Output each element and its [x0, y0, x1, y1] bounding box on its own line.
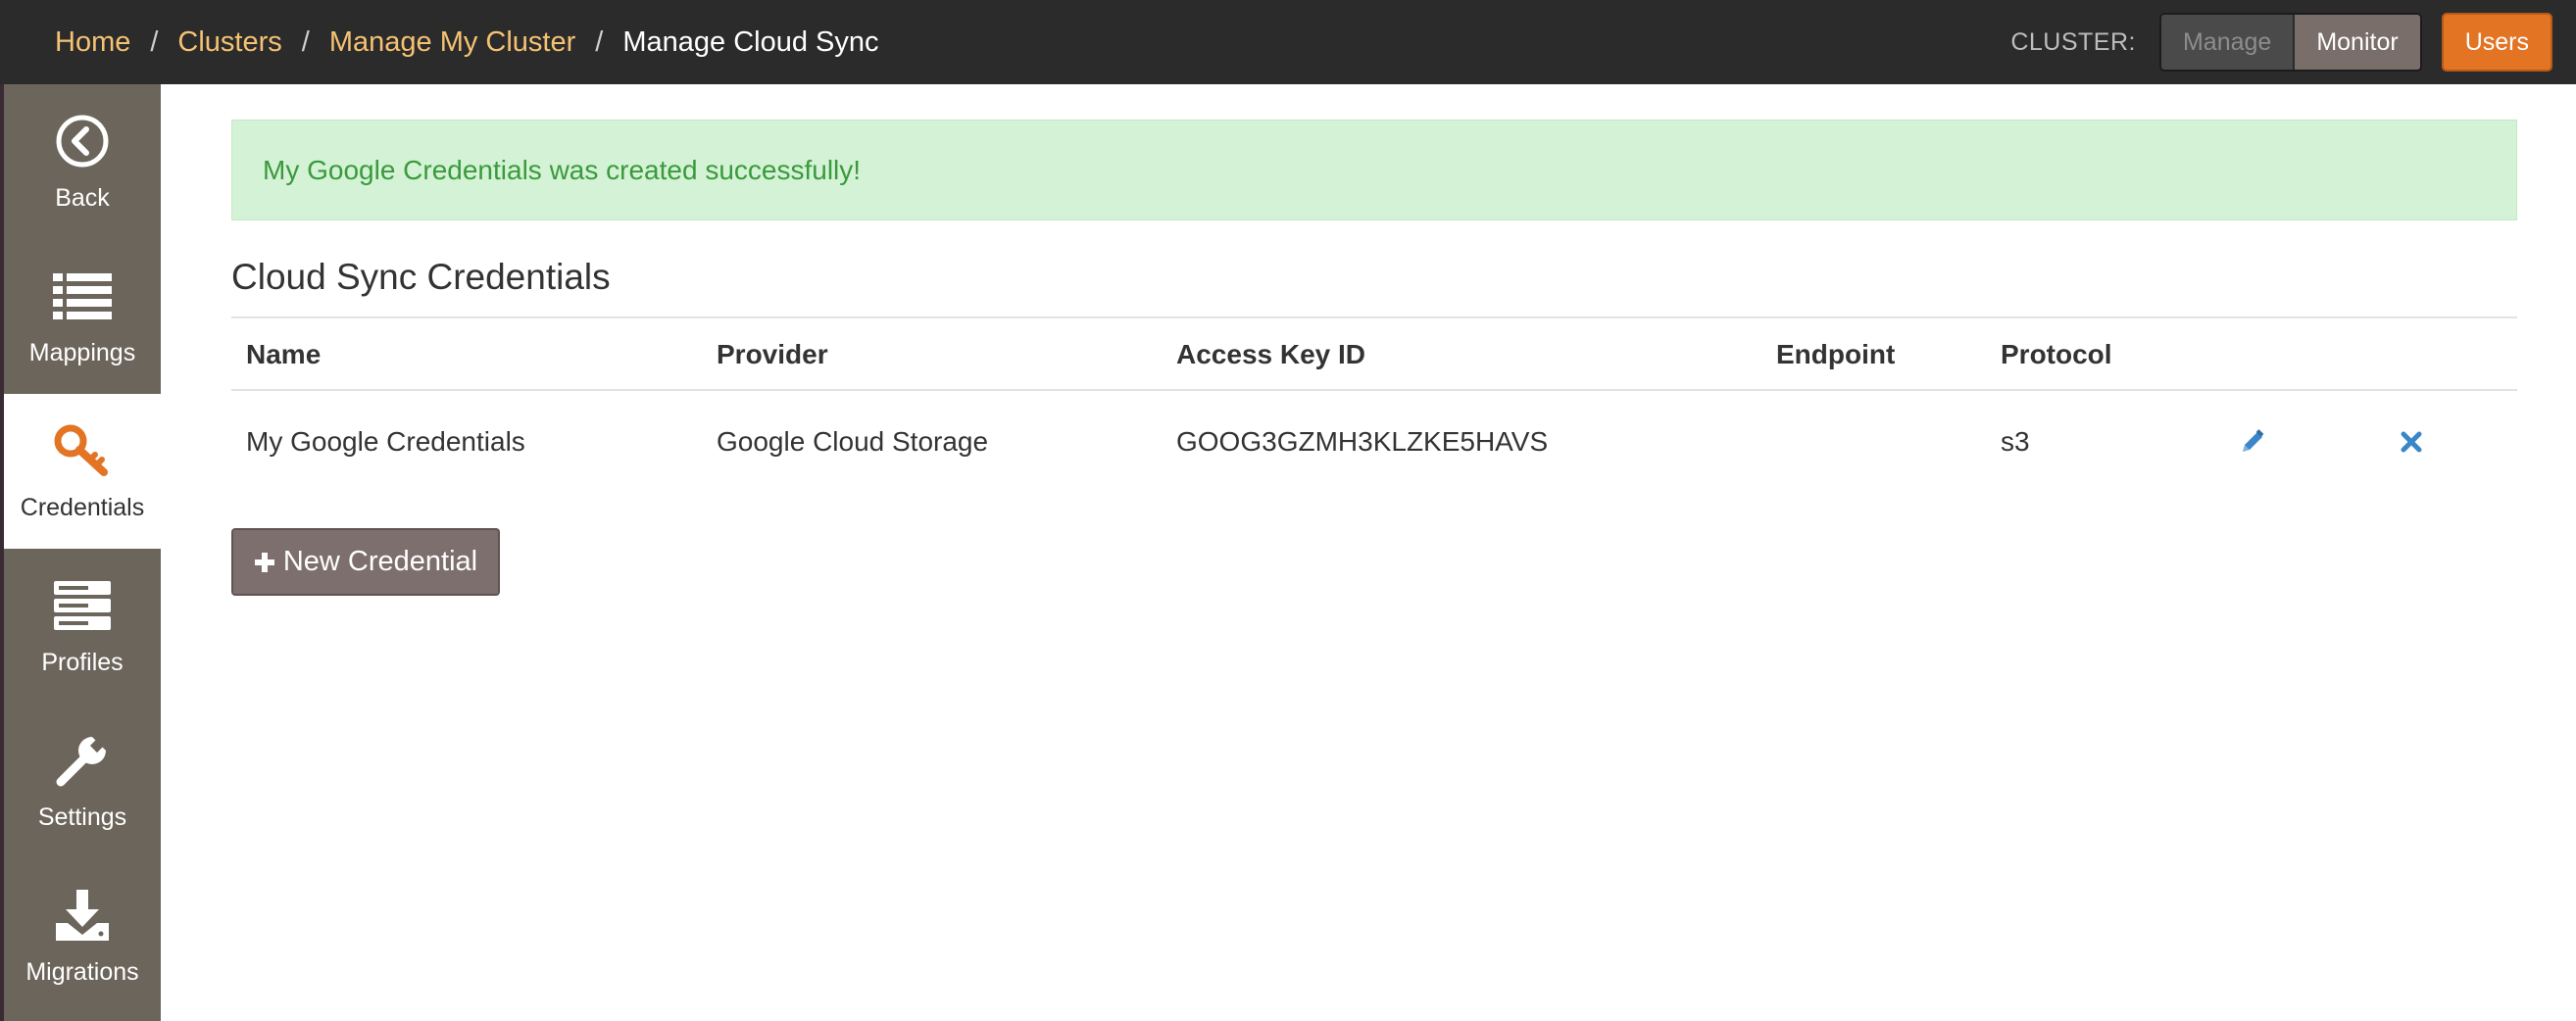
- column-header-name: Name: [246, 339, 322, 369]
- edit-pencil-icon[interactable]: [2233, 422, 2272, 462]
- cluster-mode-toggle: Manage Monitor: [2158, 13, 2422, 72]
- column-header-protocol: Protocol: [2001, 339, 2112, 369]
- sidebar-item-settings[interactable]: Settings: [4, 704, 161, 858]
- sidebar-item-label: Profiles: [41, 648, 124, 676]
- credentials-table: Name Provider Access Key ID Endpoint Pro…: [231, 316, 2517, 493]
- column-header-endpoint: Endpoint: [1776, 339, 1896, 369]
- cell-provider: Google Cloud Storage: [717, 426, 989, 457]
- plus-icon: [254, 552, 275, 573]
- top-right-controls: CLUSTER: Manage Monitor Users: [2010, 13, 2552, 72]
- delete-credential-cell: [2392, 391, 2431, 493]
- new-credential-label: New Credential: [282, 546, 478, 577]
- sidebar-item-migrations[interactable]: Migrations: [4, 858, 161, 1013]
- wrench-icon: [53, 731, 112, 790]
- page-title: Cloud Sync Credentials: [231, 257, 611, 297]
- server-stack-icon: [53, 576, 112, 635]
- new-credential-button[interactable]: New Credential: [231, 528, 500, 596]
- cluster-label: CLUSTER:: [2010, 27, 2136, 56]
- cell-access-key-id: GOOG3GZMH3KLZKE5HAVS: [1176, 426, 1549, 457]
- sidebar-item-mappings[interactable]: Mappings: [4, 239, 161, 394]
- sidebar-item-label: Credentials: [20, 493, 145, 521]
- back-circle-icon: [53, 112, 112, 170]
- breadcrumb-separator: /: [595, 25, 604, 58]
- cell-protocol: s3: [2001, 426, 2030, 457]
- top-navbar: Home / Clusters / Manage My Cluster / Ma…: [0, 0, 2576, 84]
- sidebar-item-label: Mappings: [28, 338, 136, 366]
- sidebar-item-back[interactable]: Back: [4, 84, 161, 239]
- breadcrumb-clusters-link[interactable]: Clusters: [177, 26, 281, 59]
- column-header-access-key-id: Access Key ID: [1176, 339, 1366, 369]
- key-icon: [53, 421, 112, 480]
- download-icon: [53, 886, 112, 945]
- sidebar-item-label: Settings: [37, 802, 127, 831]
- sidebar-item-credentials[interactable]: Credentials: [4, 394, 161, 549]
- cell-name: My Google Credentials: [246, 426, 525, 457]
- edit-credential-cell: [2233, 391, 2272, 493]
- breadcrumb-separator: /: [301, 25, 310, 58]
- sidebar-item-label: Back: [55, 183, 110, 212]
- breadcrumb-manage-cluster-link[interactable]: Manage My Cluster: [329, 26, 575, 59]
- sidebar: Back Mappings Credentials Profiles Setti…: [4, 84, 161, 1021]
- delete-x-icon[interactable]: [2392, 422, 2431, 462]
- monitor-button[interactable]: Monitor: [2293, 15, 2420, 70]
- success-alert-message: My Google Credentials was created succes…: [263, 154, 862, 185]
- column-header-provider: Provider: [717, 339, 828, 369]
- list-icon: [53, 267, 112, 325]
- table-header-row: Name Provider Access Key ID Endpoint Pro…: [231, 316, 2517, 391]
- breadcrumb-home-link[interactable]: Home: [55, 26, 130, 59]
- table-row: My Google Credentials Google Cloud Stora…: [231, 391, 2517, 493]
- sidebar-item-label: Migrations: [25, 957, 139, 986]
- success-alert: My Google Credentials was created succes…: [231, 120, 2517, 220]
- breadcrumb: Home / Clusters / Manage My Cluster / Ma…: [55, 26, 879, 59]
- sidebar-item-profiles[interactable]: Profiles: [4, 549, 161, 704]
- users-button[interactable]: Users: [2441, 13, 2552, 72]
- manage-button[interactable]: Manage: [2160, 15, 2294, 70]
- breadcrumb-current-page: Manage Cloud Sync: [622, 25, 879, 58]
- breadcrumb-separator: /: [150, 25, 159, 58]
